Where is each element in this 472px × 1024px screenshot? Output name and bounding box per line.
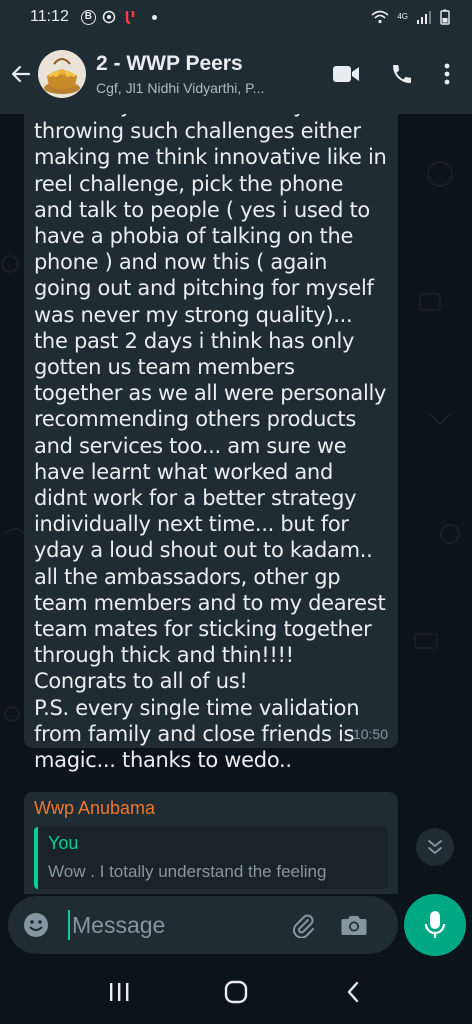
more-options-icon — [444, 63, 450, 85]
chat-participants: Cgf, Jl1 Nidhi Vidyarthi, P... — [96, 80, 265, 96]
scroll-to-bottom-button[interactable] — [416, 828, 454, 866]
voice-call-button[interactable] — [390, 62, 414, 86]
system-navigation-bar — [0, 960, 472, 1024]
status-right: 4G — [371, 9, 450, 25]
more-notifications-dot — [151, 14, 157, 20]
chat-title-block[interactable]: 2 - WWP Peers Cgf, Jl1 Nidhi Vidyarthi, … — [96, 52, 316, 96]
camera-button[interactable] — [340, 913, 368, 937]
message-timestamp: 10:50 — [352, 726, 388, 742]
chat-area[interactable]: out of my comfort zone by throwing such … — [0, 114, 472, 894]
recent-apps-icon — [109, 983, 129, 1001]
recent-apps-button[interactable] — [99, 972, 139, 1012]
message-text: out of my comfort zone by throwing such … — [34, 114, 387, 773]
message-input[interactable] — [72, 911, 262, 939]
signal-icon — [417, 11, 431, 24]
header-actions — [332, 62, 450, 86]
status-bar: 11:12 B 4G — [0, 0, 472, 34]
composer-bar — [0, 894, 472, 960]
more-options-button[interactable] — [444, 63, 450, 85]
mic-icon — [424, 911, 446, 938]
settings-notification-icon — [102, 10, 116, 24]
video-call-icon — [333, 66, 359, 82]
quoted-author: You — [48, 833, 79, 853]
camera-icon — [341, 916, 367, 935]
chevron-down-icon — [428, 840, 442, 854]
home-button[interactable] — [216, 972, 256, 1012]
text-caret — [68, 910, 70, 940]
chat-title: 2 - WWP Peers — [96, 52, 243, 75]
chat-header: 2 - WWP Peers Cgf, Jl1 Nidhi Vidyarthi, … — [0, 34, 472, 114]
sender-name[interactable]: Wwp Anubama — [34, 798, 388, 819]
back-arrow-icon — [11, 65, 31, 83]
wifi-icon — [371, 10, 389, 24]
network-label: 4G — [397, 12, 408, 21]
quoted-text: Wow . I totally understand the feeling — [48, 862, 327, 881]
message-bubble[interactable]: out of my comfort zone by throwing such … — [24, 114, 398, 772]
b-badge-icon: B — [80, 9, 96, 25]
message-composer[interactable] — [8, 896, 398, 954]
phone-icon — [393, 65, 411, 83]
back-nav-button[interactable] — [333, 972, 373, 1012]
quoted-message[interactable]: You Wow . I totally understand the feeli… — [34, 827, 388, 889]
back-nav-icon — [348, 981, 359, 1003]
video-call-button[interactable] — [332, 64, 360, 84]
network-type: 4G — [397, 13, 408, 21]
group-avatar-image — [38, 50, 86, 98]
group-avatar[interactable] — [38, 50, 86, 98]
notification-red-icon — [125, 11, 135, 25]
status-left-icons: B — [80, 9, 157, 25]
home-icon — [224, 980, 248, 1004]
back-button[interactable] — [4, 54, 38, 94]
status-time: 11:12 — [30, 8, 69, 25]
emoji-button[interactable] — [20, 909, 52, 941]
reply-message-bubble[interactable]: Wwp Anubama You Wow . I totally understa… — [24, 792, 398, 894]
attach-icon — [293, 914, 314, 938]
emoji-icon — [24, 913, 48, 937]
attach-button[interactable] — [290, 912, 316, 938]
voice-message-button[interactable] — [404, 894, 466, 956]
battery-icon — [440, 9, 450, 25]
